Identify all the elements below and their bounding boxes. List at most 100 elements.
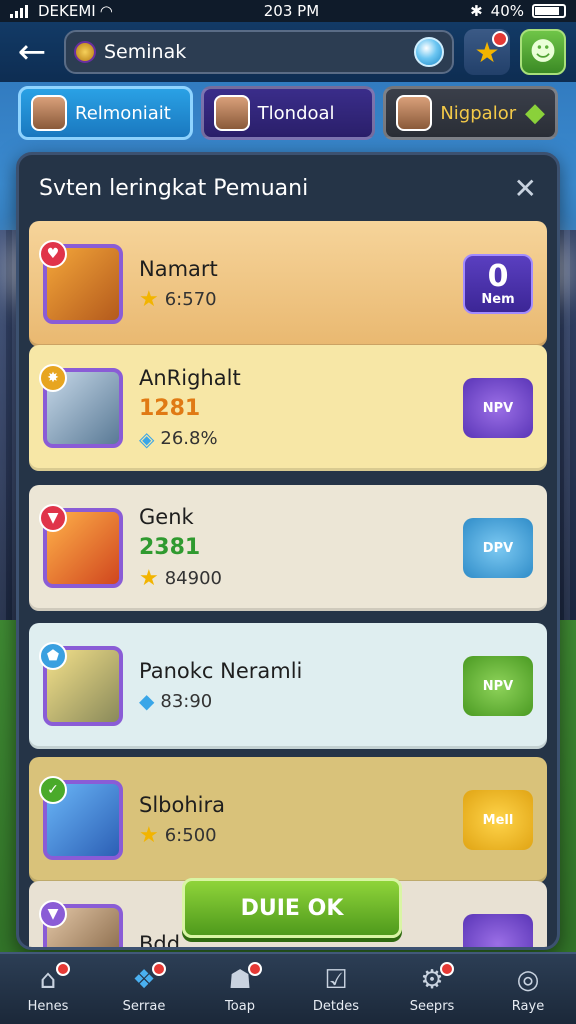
player-stat: ★ 84900 [139, 566, 447, 591]
carrier-name: DEKEMI [38, 2, 96, 20]
tab-label: Nigpalor [440, 102, 517, 124]
player-avatar: ✸ [39, 364, 123, 448]
shield-icon: ⬟ [39, 642, 67, 670]
shield-icon: ▼ [39, 504, 67, 532]
bluetooth-icon: ✱ [470, 2, 483, 20]
back-button[interactable]: ← [10, 30, 54, 74]
notification-dot [492, 31, 508, 47]
player-avatar: ⬟ [39, 642, 123, 726]
list-item[interactable]: ✸ AnRighalt 1281 ◈ 26.8% NPV [29, 345, 547, 471]
heart-icon: ♥ [39, 240, 67, 268]
player-score: 2381 [139, 535, 201, 560]
top-nav: ← Seminak ★ ☻ [0, 22, 576, 82]
action-button[interactable] [463, 914, 533, 947]
gem-icon: ◆ [139, 689, 155, 713]
avatar [213, 95, 250, 131]
signal-icon [10, 4, 28, 18]
notification-dot [56, 962, 70, 976]
stat-value: 26.8% [160, 428, 218, 449]
list-item[interactable]: ⬟ Panokc Neramli ◆ 83:90 NPV [29, 623, 547, 749]
action-label: DPV [482, 540, 514, 556]
battery-icon [532, 4, 566, 18]
list-item[interactable]: ♥ Namart ★ 6:570 0 Nem [29, 221, 547, 347]
action-button[interactable]: 0 Nem [463, 254, 533, 314]
nav-item-settings[interactable]: ⚙ Seeprs [384, 954, 480, 1024]
mode-tabs: Relmoniait Tlondoal Nigpalor ◆ [18, 86, 559, 144]
notification-dot [248, 962, 262, 976]
tab-tlondoal[interactable]: Tlondoal [200, 86, 376, 140]
star-icon: ★ [139, 566, 159, 591]
shield-icon: ▼ [39, 900, 67, 928]
action-button[interactable]: DPV [463, 518, 533, 578]
chat-button[interactable]: ☻ [520, 29, 566, 75]
medal-icon: ✸ [39, 364, 67, 392]
player-stat: ◈ 26.8% [139, 427, 447, 451]
leaderboard-panel: Svten leringkat Pemuani ✕ ♥ Namart ★ 6:57… [16, 152, 560, 950]
player-avatar: ▼ [39, 900, 123, 947]
player-stat: ★ 6:500 [139, 823, 447, 848]
nav-label: Henes [27, 998, 69, 1014]
search-input[interactable]: Seminak [64, 30, 454, 74]
nav-item-cards[interactable]: ❖ Serrae [96, 954, 192, 1024]
rewards-button[interactable]: ★ [464, 29, 510, 75]
arrow-left-icon: ← [17, 32, 47, 72]
nav-item-home[interactable]: ⌂ Henes [0, 954, 96, 1024]
player-avatar: ✓ [39, 776, 123, 860]
list-item[interactable]: ▼ Genk 2381 ★ 84900 DPV [29, 485, 547, 611]
search-orb-icon[interactable] [414, 37, 444, 67]
panel-header: Svten leringkat Pemuani ✕ [19, 155, 557, 221]
action-big: 0 [487, 258, 509, 294]
star-icon: ★ [139, 822, 159, 848]
action-label: NPV [482, 400, 514, 416]
action-label: Mell [482, 812, 514, 828]
player-name: Panokc Neramli [139, 659, 303, 683]
action-label: Nem [481, 291, 515, 307]
player-name: Namart [139, 256, 218, 281]
home-icon: ⌂ [39, 964, 57, 995]
stat-value: 6:500 [164, 824, 217, 846]
notification-dot [152, 962, 166, 976]
action-button[interactable]: NPV [463, 656, 533, 716]
check-icon: ✓ [39, 776, 67, 804]
stat-value: 6:570 [164, 288, 217, 310]
action-button[interactable]: NPV [463, 378, 533, 438]
player-name: Slbohira [139, 792, 225, 817]
search-text: Seminak [104, 41, 187, 63]
nav-item-tasks[interactable]: ☑ Detdes [288, 954, 384, 1024]
nav-label: Detdes [312, 998, 360, 1014]
nav-item-team[interactable]: ☗ Toap [192, 954, 288, 1024]
nav-item-profile[interactable]: ◎ Raye [480, 954, 576, 1024]
star-icon: ★ [139, 286, 159, 312]
player-name: AnRighalt [139, 365, 241, 390]
tab-relmoniait[interactable]: Relmoniait [18, 86, 193, 140]
player-stat: ◆ 83:90 [139, 689, 447, 713]
notification-dot [440, 962, 454, 976]
nav-label: Seeprs [409, 998, 455, 1014]
status-bar: DEKEMI ◠ 203 PM ✱ 40% [0, 0, 576, 22]
emblem-icon [74, 41, 96, 63]
action-button[interactable]: Mell [463, 790, 533, 850]
player-score: 1281 [139, 395, 201, 421]
tab-label: Relmoniait [75, 102, 171, 124]
tab-label: Tlondoal [257, 102, 335, 124]
checklist-icon: ☑ [324, 964, 348, 995]
tab-nigpalor[interactable]: Nigpalor ◆ [383, 86, 559, 140]
ok-button[interactable]: DUIE OK [182, 878, 402, 938]
stat-value: 84900 [164, 568, 222, 589]
player-avatar: ♥ [39, 240, 123, 324]
action-label: NPV [482, 678, 514, 694]
nav-label: Toap [225, 998, 255, 1014]
nav-label: Raye [511, 998, 545, 1014]
chat-icon: ☻ [529, 37, 557, 67]
list-item[interactable]: ✓ Slbohira ★ 6:500 Mell [29, 757, 547, 883]
player-list: ♥ Namart ★ 6:570 0 Nem ✸ AnRighalt 1281 ◈… [29, 221, 547, 947]
player-name: Genk [139, 505, 194, 529]
clock: 203 PM [263, 2, 320, 20]
profile-icon: ◎ [516, 964, 540, 995]
player-stat: ★ 6:570 [139, 287, 447, 312]
stat-value: 83:90 [160, 690, 213, 712]
close-icon[interactable]: ✕ [514, 172, 537, 205]
panel-title: Svten leringkat Pemuani [39, 175, 309, 201]
wifi-icon: ◠ [99, 2, 113, 20]
player-avatar: ▼ [39, 504, 123, 588]
